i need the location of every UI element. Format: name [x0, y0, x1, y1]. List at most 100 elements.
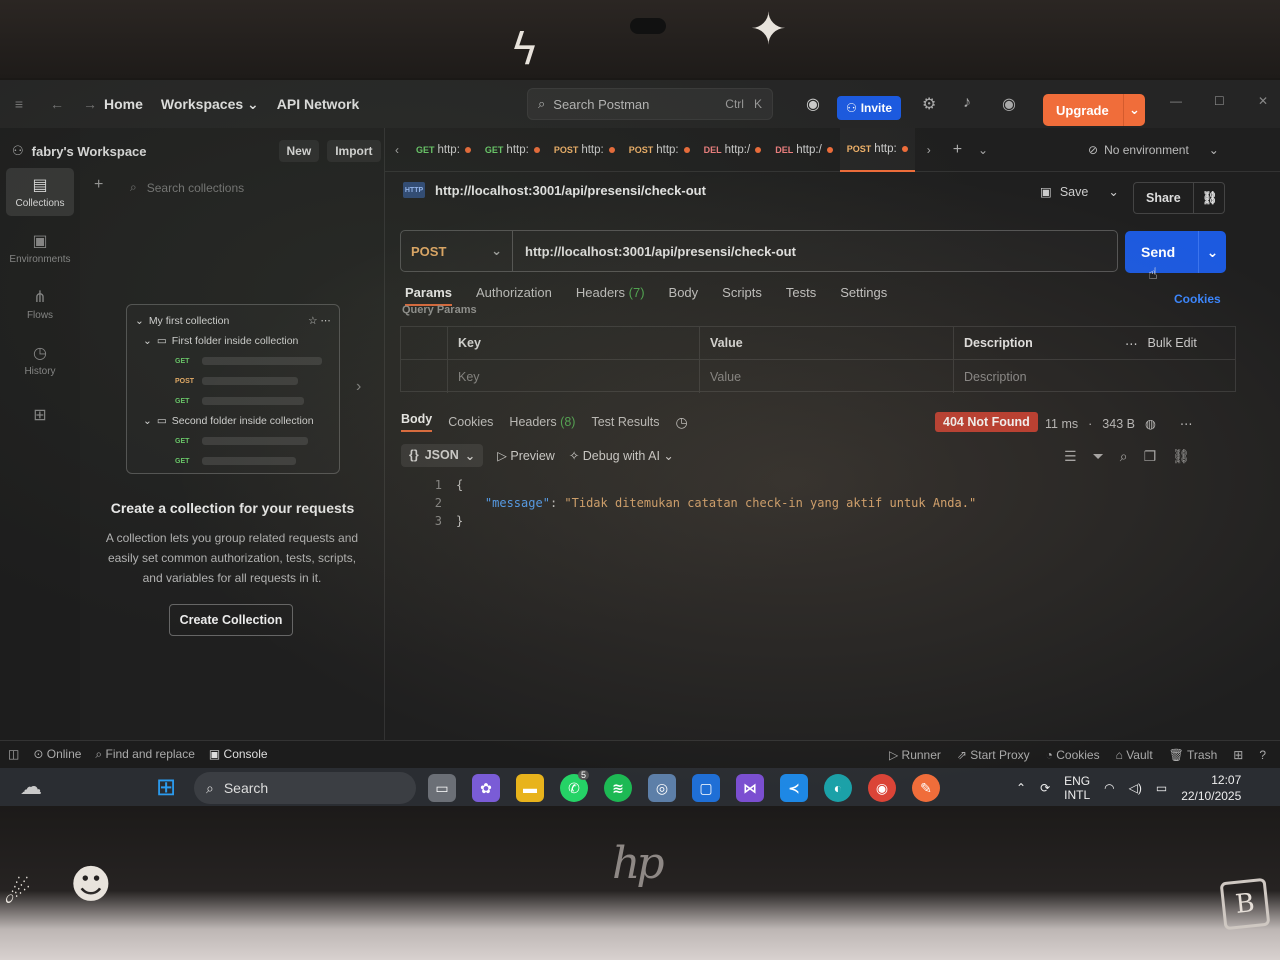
response-body[interactable]: 1{ 2 "message": "Tidak ditemukan catatan…: [420, 476, 976, 530]
minimize-icon[interactable]: —: [1170, 94, 1182, 108]
link-icon[interactable]: ⛓: [1172, 448, 1190, 465]
response-size[interactable]: 343 B: [1102, 417, 1135, 431]
chevron-right-icon[interactable]: ›: [915, 143, 943, 157]
search-icon[interactable]: ⌕: [1120, 448, 1128, 465]
send-button[interactable]: Send ⌄: [1125, 231, 1226, 273]
sidebar-toggle-icon[interactable]: ◫: [8, 747, 19, 762]
close-icon[interactable]: ✕: [1258, 94, 1268, 108]
save-button[interactable]: Save: [1060, 185, 1089, 199]
method-select[interactable]: POST ⌄: [401, 231, 513, 271]
vault-button[interactable]: ⌂ Vault: [1116, 748, 1153, 762]
find-replace-button[interactable]: ⌕ Find and replace: [95, 747, 194, 762]
preview-button[interactable]: ▷ Preview: [497, 448, 555, 463]
resp-tab-headers[interactable]: Headers (8): [509, 415, 575, 429]
chevron-down-icon[interactable]: ⌄: [972, 143, 994, 157]
trash-button[interactable]: 🗑︎ Trash: [1169, 748, 1218, 762]
tab-request[interactable]: DEL http:/: [768, 128, 840, 172]
collections-search[interactable]: ⌕ Search collections: [130, 180, 244, 195]
tab-body[interactable]: Body: [669, 285, 699, 306]
format-select[interactable]: {} JSON ⌄: [401, 444, 484, 467]
tab-headers[interactable]: Headers (7): [576, 285, 645, 306]
cookies-link[interactable]: Cookies: [1174, 292, 1221, 306]
environment-selector[interactable]: ⊘ No environment ⌄: [1088, 143, 1219, 157]
file-explorer-icon[interactable]: ▬: [516, 774, 544, 802]
chevron-right-icon[interactable]: ›: [356, 378, 361, 396]
tab-request[interactable]: GET http:: [409, 128, 478, 172]
tab-request[interactable]: POST http:: [622, 128, 697, 172]
rail-item-flows[interactable]: ⋔ Flows: [6, 280, 74, 328]
param-value-input[interactable]: Value: [699, 360, 953, 393]
agent-mode-icon[interactable]: ◉: [806, 94, 820, 114]
nav-workspaces[interactable]: Workspaces ⌄: [161, 96, 259, 113]
tab-scripts[interactable]: Scripts: [722, 285, 762, 306]
copy-icon[interactable]: ❐: [1144, 448, 1157, 465]
maximize-icon[interactable]: ☐: [1214, 94, 1225, 108]
sync-icon[interactable]: ⟳: [1040, 781, 1050, 795]
battery-icon[interactable]: ▭: [1156, 781, 1167, 795]
copilot-icon[interactable]: ✿: [472, 774, 500, 802]
tab-authorization[interactable]: Authorization: [476, 285, 552, 306]
wifi-icon[interactable]: ◠: [1104, 781, 1114, 795]
chevron-up-icon[interactable]: ⌃: [1016, 781, 1026, 795]
create-collection-button[interactable]: Create Collection: [169, 604, 293, 636]
settings-icon[interactable]: ⚙: [922, 94, 936, 114]
tab-request[interactable]: POST http:: [547, 128, 622, 172]
globe-icon[interactable]: ◍: [1145, 416, 1156, 431]
spotify-icon[interactable]: ≋: [604, 774, 632, 802]
volume-icon[interactable]: ◁): [1129, 781, 1142, 795]
upgrade-button[interactable]: Upgrade ⌄: [1043, 94, 1145, 126]
workspace-name[interactable]: fabry's Workspace: [32, 144, 147, 159]
forward-icon[interactable]: →: [76, 96, 104, 112]
status-badge[interactable]: 404 Not Found: [935, 412, 1038, 432]
vscode-icon[interactable]: ≺: [780, 774, 808, 802]
resp-tab-test-results[interactable]: Test Results: [591, 415, 659, 429]
url-input[interactable]: http://localhost:3001/api/presensi/check…: [513, 244, 796, 259]
help-icon[interactable]: ?: [1259, 748, 1266, 762]
rail-item-collections[interactable]: ▤ Collections: [6, 168, 74, 216]
new-button[interactable]: New: [278, 140, 320, 162]
invite-button[interactable]: ⚇ Invite: [837, 96, 901, 120]
language-indicator[interactable]: ENG INTL: [1064, 774, 1090, 802]
chevron-down-icon[interactable]: ⌄: [1198, 231, 1226, 273]
back-icon[interactable]: ←: [38, 96, 76, 112]
chevron-down-icon[interactable]: ⌄: [1108, 184, 1118, 199]
start-proxy-button[interactable]: ⇗ Start Proxy: [957, 748, 1030, 762]
weather-widget-icon[interactable]: ☁: [20, 774, 42, 800]
online-status[interactable]: ⊙ Online: [33, 747, 81, 762]
chevron-left-icon[interactable]: ‹: [385, 143, 409, 157]
search-input[interactable]: ⌕ Search Postman Ctrl K: [527, 88, 773, 120]
chevron-down-icon[interactable]: ⌄: [1123, 94, 1145, 126]
cookies-button[interactable]: ◔ Cookies: [1046, 748, 1100, 762]
visual-studio-icon[interactable]: ⋈: [736, 774, 764, 802]
import-button[interactable]: Import: [327, 140, 381, 162]
chrome-icon[interactable]: ◉: [868, 774, 896, 802]
share-button[interactable]: Share ⛓: [1133, 182, 1225, 214]
new-tab-icon[interactable]: +: [943, 141, 972, 159]
link-icon[interactable]: ⛓: [1192, 183, 1226, 213]
taskbar-search[interactable]: ⌕ Search: [194, 772, 416, 804]
tab-request[interactable]: GET http:: [478, 128, 547, 172]
console-button[interactable]: ▣ Console: [209, 747, 268, 762]
windows-start-icon[interactable]: ⊞: [156, 773, 176, 802]
response-time[interactable]: 11 ms: [1045, 417, 1078, 431]
history-icon[interactable]: ◷: [676, 414, 688, 431]
resp-tab-body[interactable]: Body: [401, 412, 433, 432]
camera-icon[interactable]: ◎: [648, 774, 676, 802]
bell-icon[interactable]: ♪: [963, 94, 971, 112]
wrap-lines-icon[interactable]: ☰: [1064, 448, 1077, 465]
edge-icon[interactable]: ◐: [824, 774, 852, 802]
task-view-icon[interactable]: ▭: [428, 774, 456, 802]
nav-api-network[interactable]: API Network: [277, 96, 359, 112]
tab-settings[interactable]: Settings: [840, 285, 887, 306]
tab-tests[interactable]: Tests: [786, 285, 816, 306]
bulk-edit-button[interactable]: ⋯ Bulk Edit: [1115, 327, 1235, 359]
param-description-input[interactable]: Description: [953, 360, 1235, 393]
menu-icon[interactable]: ≡: [0, 96, 38, 112]
request-title-text[interactable]: http://localhost:3001/api/presensi/check…: [435, 183, 706, 198]
layout-icon[interactable]: ⊞: [1233, 748, 1243, 762]
rail-item-history[interactable]: ◷ History: [6, 336, 74, 384]
runner-button[interactable]: ▷ Runner: [889, 748, 941, 762]
postman-icon[interactable]: ✎: [912, 774, 940, 802]
tab-request[interactable]: DEL http:/: [697, 128, 769, 172]
more-icon[interactable]: ⋯: [1180, 416, 1193, 431]
